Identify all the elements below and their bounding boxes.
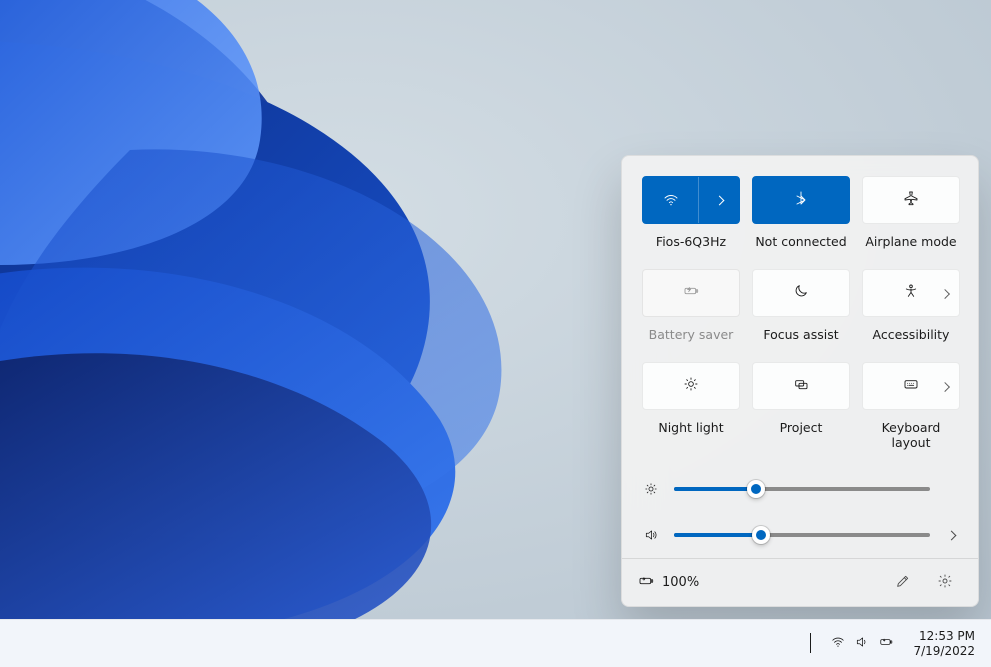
tile-keyboard-layout: Keyboard layout [862, 362, 960, 450]
battery-percent-text: 100% [662, 575, 699, 590]
volume-slider[interactable] [674, 526, 930, 544]
bluetooth-icon [793, 190, 809, 210]
night-light-toggle[interactable] [642, 362, 740, 410]
tile-focus-assist: Focus assist [752, 269, 850, 342]
accessibility-label: Accessibility [873, 327, 950, 342]
tile-airplane: Airplane mode [862, 176, 960, 249]
clock-time: 12:53 PM [913, 629, 975, 644]
tile-night-light: Night light [642, 362, 740, 450]
keyboard-layout-toggle[interactable] [862, 362, 960, 410]
battery-saver-icon [683, 283, 699, 303]
tray-clock[interactable]: 12:53 PM 7/19/2022 [905, 624, 981, 664]
battery-saver-toggle [642, 269, 740, 317]
keyboard-flyout-icon [940, 382, 950, 392]
airplane-toggle[interactable] [862, 176, 960, 224]
open-settings-button[interactable] [928, 567, 962, 599]
wifi-flyout-button[interactable] [699, 177, 739, 223]
tile-wifi: Fios-6Q3Hz [642, 176, 740, 249]
accessibility-flyout-icon [940, 289, 950, 299]
brightness-slider-row [642, 480, 958, 498]
sliders-section [642, 480, 958, 544]
edit-quick-settings-button[interactable] [886, 567, 920, 599]
tile-accessibility: Accessibility [862, 269, 960, 342]
battery-icon [638, 573, 654, 593]
wifi-toggle[interactable] [642, 176, 740, 224]
volume-slider-icon [642, 528, 660, 542]
chevron-up-icon [810, 634, 811, 653]
brightness-slider-icon [642, 482, 660, 496]
volume-flyout-button[interactable] [944, 532, 958, 539]
taskbar: 12:53 PM 7/19/2022 [0, 619, 991, 667]
tile-battery-saver: Battery saver [642, 269, 740, 342]
volume-slider-row [642, 526, 958, 544]
bluetooth-toggle[interactable] [752, 176, 850, 224]
project-icon [793, 376, 809, 396]
pencil-icon [895, 573, 911, 593]
tray-battery-icon [879, 634, 893, 653]
gear-icon [937, 573, 953, 593]
wifi-icon [643, 177, 699, 223]
project-label: Project [780, 420, 823, 435]
tile-bluetooth: Not connected [752, 176, 850, 249]
quick-settings-grid: Fios-6Q3Hz Not connected Airplane [642, 176, 958, 450]
tray-volume-icon [855, 634, 869, 653]
moon-icon [793, 283, 809, 303]
brightness-icon [683, 376, 699, 396]
clock-date: 7/19/2022 [913, 644, 975, 659]
focus-assist-label: Focus assist [763, 327, 838, 342]
tray-wifi-icon [831, 634, 845, 653]
tray-overflow-button[interactable] [802, 624, 819, 664]
keyboard-icon [903, 376, 919, 396]
project-toggle[interactable] [752, 362, 850, 410]
brightness-slider[interactable] [674, 480, 930, 498]
battery-saver-label: Battery saver [649, 327, 734, 342]
tile-project: Project [752, 362, 850, 450]
quick-settings-footer: 100% [622, 558, 978, 606]
wifi-label: Fios-6Q3Hz [656, 234, 726, 249]
accessibility-icon [903, 283, 919, 303]
keyboard-layout-label: Keyboard layout [862, 420, 960, 450]
tray-status-area[interactable] [821, 624, 903, 664]
airplane-icon [903, 190, 919, 210]
footer-battery-status[interactable]: 100% [638, 573, 878, 593]
quick-settings-panel: Fios-6Q3Hz Not connected Airplane [621, 155, 979, 607]
quick-settings-body: Fios-6Q3Hz Not connected Airplane [622, 156, 978, 558]
accessibility-toggle[interactable] [862, 269, 960, 317]
night-light-label: Night light [658, 420, 723, 435]
focus-assist-toggle[interactable] [752, 269, 850, 317]
airplane-label: Airplane mode [865, 234, 956, 249]
bluetooth-label: Not connected [755, 234, 846, 249]
